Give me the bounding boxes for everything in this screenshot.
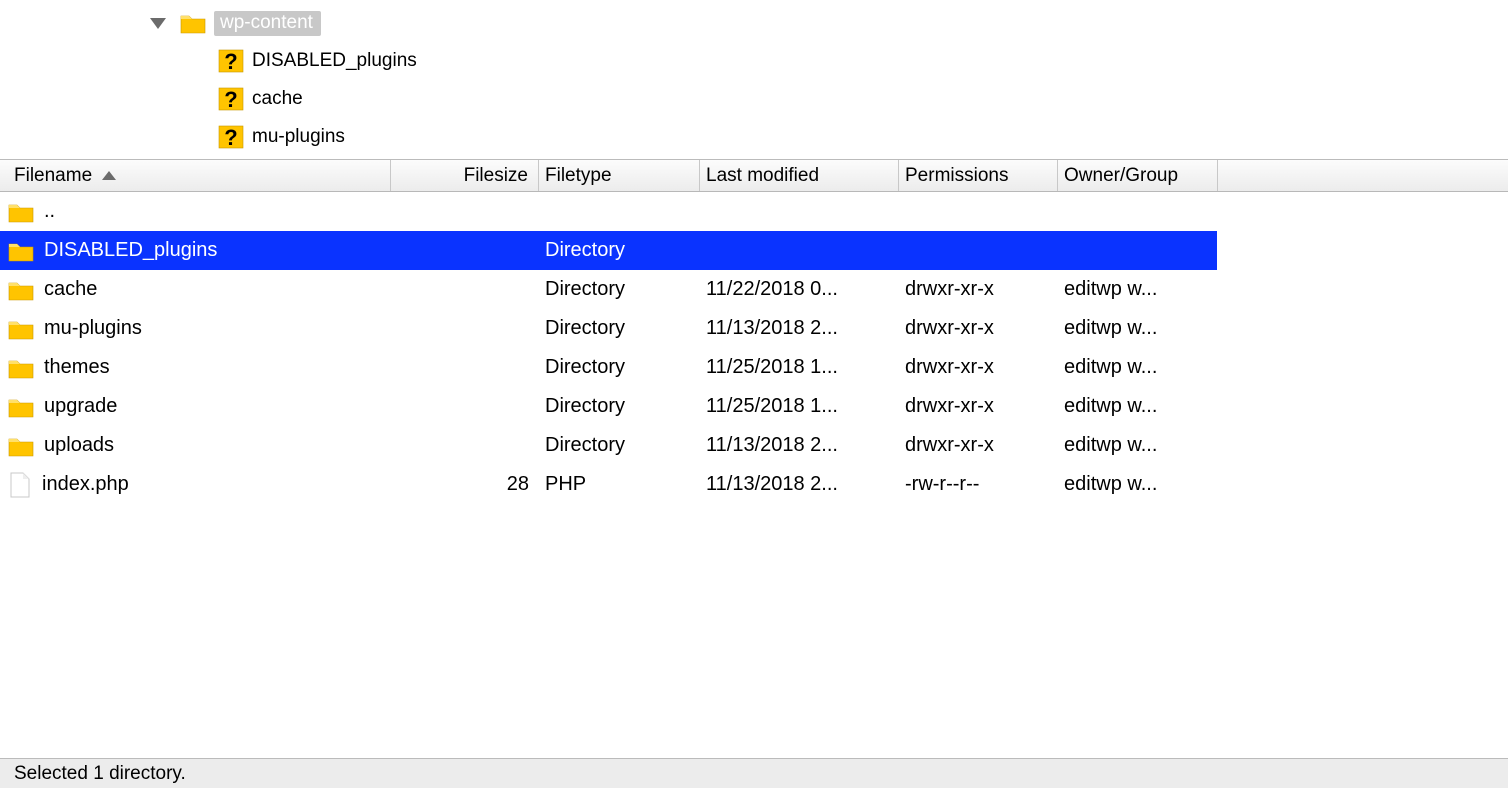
filename-text: index.php xyxy=(42,473,129,496)
filename-text: mu-plugins xyxy=(44,317,142,340)
table-row[interactable]: upgrade Directory11/25/2018 1...drwxr-xr-… xyxy=(0,387,1217,426)
svg-text:?: ? xyxy=(224,125,237,149)
cell-filename: uploads xyxy=(0,434,391,457)
folder-icon xyxy=(8,201,34,223)
cell-mod: 11/25/2018 1... xyxy=(700,356,899,379)
cell-mod: 11/13/2018 2... xyxy=(700,473,899,496)
cell-filename: cache xyxy=(0,278,391,301)
column-label: Last modified xyxy=(706,165,819,187)
cell-filename: themes xyxy=(0,356,391,379)
status-bar: Selected 1 directory. xyxy=(0,758,1508,788)
column-filesize[interactable]: Filesize xyxy=(391,160,539,191)
cell-type: Directory xyxy=(539,239,700,262)
cell-filename: DISABLED_plugins xyxy=(0,239,391,262)
cell-perm: drwxr-xr-x xyxy=(899,317,1058,340)
folder-icon xyxy=(8,435,34,457)
table-row[interactable]: cache Directory11/22/2018 0...drwxr-xr-xe… xyxy=(0,270,1217,309)
table-row[interactable]: mu-plugins Directory11/13/2018 2...drwxr-… xyxy=(0,309,1217,348)
tree-item-label: mu-plugins xyxy=(252,126,345,148)
column-label: Permissions xyxy=(905,165,1008,187)
table-row[interactable]: themes Directory11/25/2018 1...drwxr-xr-x… xyxy=(0,348,1217,387)
file-icon xyxy=(8,472,32,498)
filename-text: uploads xyxy=(44,434,114,457)
folder-icon xyxy=(8,357,34,379)
question-file-icon: ? xyxy=(218,49,244,73)
cell-type: Directory xyxy=(539,317,700,340)
cell-filename: upgrade xyxy=(0,395,391,418)
tree-pane: wp-content ? DISABLED_plugins ? cache ? … xyxy=(0,0,1508,160)
cell-mod: 11/25/2018 1... xyxy=(700,395,899,418)
svg-text:?: ? xyxy=(224,87,237,111)
filename-text: cache xyxy=(44,278,97,301)
cell-type: Directory xyxy=(539,395,700,418)
column-last-modified[interactable]: Last modified xyxy=(700,160,899,191)
column-header: Filename Filesize Filetype Last modified… xyxy=(0,160,1508,192)
filename-text: .. xyxy=(44,200,55,223)
question-file-icon: ? xyxy=(218,87,244,111)
cell-mod: 11/13/2018 2... xyxy=(700,434,899,457)
column-label: Filetype xyxy=(545,165,612,187)
column-label: Filesize xyxy=(464,165,528,187)
tree-item-label: DISABLED_plugins xyxy=(252,50,417,72)
folder-icon xyxy=(8,318,34,340)
column-label: Filename xyxy=(14,165,92,187)
cell-type: Directory xyxy=(539,434,700,457)
column-owner-group[interactable]: Owner/Group xyxy=(1058,160,1218,191)
sort-ascending-icon xyxy=(102,171,116,180)
folder-icon xyxy=(8,279,34,301)
folder-icon xyxy=(180,12,206,34)
cell-perm: drwxr-xr-x xyxy=(899,434,1058,457)
table-row[interactable]: .. xyxy=(0,192,1217,231)
cell-size: 28 xyxy=(391,473,539,496)
column-label: Owner/Group xyxy=(1064,165,1178,187)
tree-item[interactable]: ? cache xyxy=(0,80,1508,118)
column-filename[interactable]: Filename xyxy=(0,160,391,191)
file-list: .. DISABLED_plugins Directory cache Director… xyxy=(0,192,1508,758)
cell-filename: index.php xyxy=(0,472,391,498)
cell-filename: mu-plugins xyxy=(0,317,391,340)
cell-own: editwp w... xyxy=(1058,317,1217,340)
column-permissions[interactable]: Permissions xyxy=(899,160,1058,191)
cell-mod: 11/22/2018 0... xyxy=(700,278,899,301)
filename-text: themes xyxy=(44,356,110,379)
cell-own: editwp w... xyxy=(1058,356,1217,379)
cell-filename: .. xyxy=(0,200,391,223)
filename-text: upgrade xyxy=(44,395,117,418)
filename-text: DISABLED_plugins xyxy=(44,239,217,262)
status-text: Selected 1 directory. xyxy=(14,763,186,785)
cell-type: PHP xyxy=(539,473,700,496)
tree-item-label: cache xyxy=(252,88,303,110)
cell-own: editwp w... xyxy=(1058,473,1217,496)
table-row[interactable]: DISABLED_plugins Directory xyxy=(0,231,1217,270)
folder-icon xyxy=(8,240,34,262)
tree-item-label: wp-content xyxy=(214,11,321,36)
tree-item[interactable]: ? mu-plugins xyxy=(0,118,1508,156)
folder-icon xyxy=(8,396,34,418)
tree-item[interactable]: ? DISABLED_plugins xyxy=(0,42,1508,80)
cell-perm: drwxr-xr-x xyxy=(899,278,1058,301)
svg-text:?: ? xyxy=(224,49,237,73)
cell-type: Directory xyxy=(539,356,700,379)
cell-own: editwp w... xyxy=(1058,278,1217,301)
cell-mod: 11/13/2018 2... xyxy=(700,317,899,340)
cell-perm: drwxr-xr-x xyxy=(899,356,1058,379)
tree-item-root[interactable]: wp-content xyxy=(0,4,1508,42)
column-filetype[interactable]: Filetype xyxy=(539,160,700,191)
cell-perm: drwxr-xr-x xyxy=(899,395,1058,418)
cell-own: editwp w... xyxy=(1058,434,1217,457)
cell-perm: -rw-r--r-- xyxy=(899,473,1058,496)
question-file-icon: ? xyxy=(218,125,244,149)
chevron-down-icon[interactable] xyxy=(150,18,166,29)
table-row[interactable]: index.php 28PHP11/13/2018 2...-rw-r--r--e… xyxy=(0,465,1217,504)
table-row[interactable]: uploads Directory11/13/2018 2...drwxr-xr-… xyxy=(0,426,1217,465)
cell-type: Directory xyxy=(539,278,700,301)
cell-own: editwp w... xyxy=(1058,395,1217,418)
